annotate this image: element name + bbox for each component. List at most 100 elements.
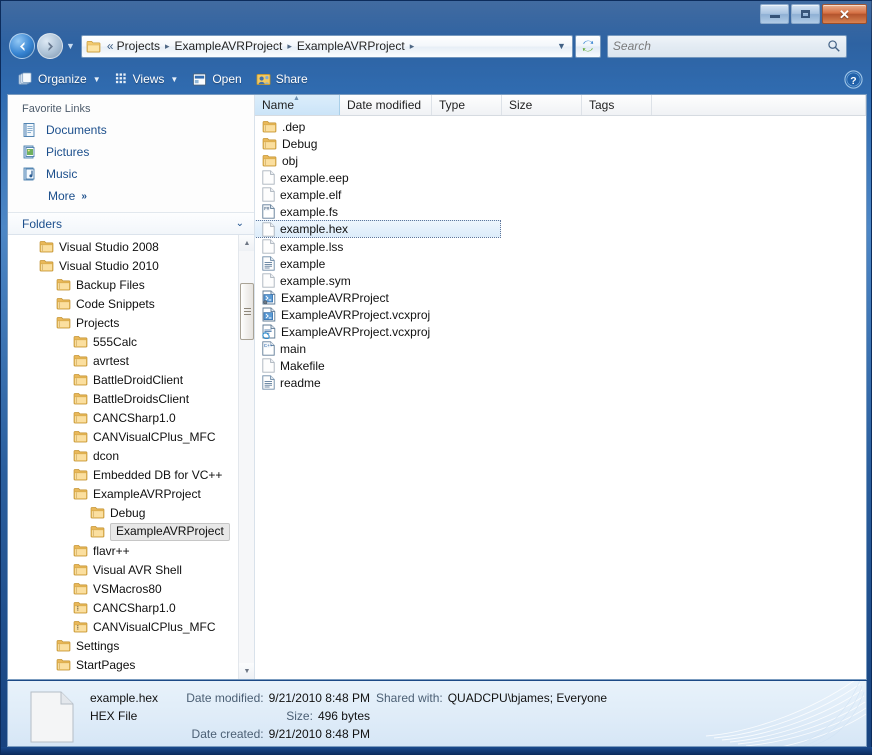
tree-item[interactable]: CANVisualCPlus_MFC [8,427,238,446]
tree-item[interactable]: CANCSharp1.0 [8,598,238,617]
help-button[interactable]: ? [844,69,863,89]
file-list-row[interactable]: .dep [255,118,866,135]
tree-item[interactable]: BattleDroidsClient [8,389,238,408]
minimize-button[interactable] [760,4,789,24]
folder-icon [56,278,71,291]
column-header-date-modified[interactable]: Date modified [340,95,432,115]
blank-file-icon [262,221,275,237]
file-list-row[interactable]: ExampleAVRProject.vcxproj [255,306,866,323]
tree-item[interactable]: CANCSharp1.0 [8,408,238,427]
scroll-up-arrow[interactable]: ▲ [239,235,254,251]
text-file-icon [262,375,275,390]
search-box[interactable] [606,34,847,58]
tree-item[interactable]: Backup Files [8,275,238,294]
file-list-row[interactable]: F# example.fs [255,203,866,220]
file-name-label: main [280,341,307,356]
chevron-down-icon[interactable]: ⌄ [236,218,244,229]
tree-item-label: VSMacros80 [93,581,162,596]
tree-item[interactable]: dcon [8,446,238,465]
folder-icon [73,582,88,595]
tree-item[interactable]: Visual AVR Shell [8,560,238,579]
file-list-row[interactable]: example.eep [255,169,866,186]
file-list-row[interactable]: Makefile [255,357,866,374]
favorite-links-header: Favorite Links [22,103,91,115]
recent-pages-dropdown[interactable]: ▼ [66,41,75,51]
chevron-down-icon[interactable]: ▼ [557,41,570,51]
favorite-links-more[interactable]: More » [8,185,254,207]
breadcrumb-overflow[interactable]: « [104,38,114,54]
column-header-type[interactable]: Type [432,95,502,115]
file-list-row[interactable]: example [255,255,866,272]
share-button[interactable]: Share [249,67,315,91]
views-icon [115,73,126,84]
scroll-down-arrow[interactable]: ▼ [239,663,254,679]
favorite-link-pictures[interactable]: Pictures [8,141,254,163]
window-controls: ✕ [760,4,867,24]
file-list-row[interactable]: example.sym [255,272,866,289]
file-list-row[interactable]: example.elf [255,186,866,203]
tree-item[interactable]: Debug [8,503,238,522]
svg-text:C++: C++ [264,343,273,348]
tree-item[interactable]: ExampleAVRProject [8,522,238,541]
open-button[interactable]: Open [185,67,248,91]
folders-header[interactable]: Folders ⌄ [8,213,254,235]
tree-item[interactable]: ExampleAVRProject [8,484,238,503]
column-header-name[interactable]: ▲ Name [255,95,340,115]
tree-item[interactable]: Code Snippets [8,294,238,313]
file-list-row[interactable]: example.lss [255,238,866,255]
favorite-link-music[interactable]: Music [8,163,254,185]
breadcrumb-separator-icon[interactable]: ▸ [408,41,417,52]
breadcrumb-item-exampleavrproject-1[interactable]: ExampleAVRProject [172,38,286,54]
column-header-blank[interactable] [652,95,866,115]
folder-icon [90,525,105,538]
breadcrumb-item-projects[interactable]: Projects [114,38,163,54]
details-metadata: Date modified: 9/21/2010 8:48 PM Size: 4… [180,691,370,745]
folder-tree-scrollbar[interactable]: ▲ ▼ [238,235,254,679]
tree-item[interactable]: Projects [8,313,238,332]
column-header-size[interactable]: Size [502,95,582,115]
tree-item[interactable]: avrtest [8,351,238,370]
column-header-label: Name [262,98,295,112]
maximize-button[interactable] [791,4,820,24]
tree-item[interactable]: Embedded DB for VC++ [8,465,238,484]
file-list-row[interactable]: readme [255,374,866,391]
tree-item-label: flavr++ [93,543,130,558]
breadcrumb-item-exampleavrproject-2[interactable]: ExampleAVRProject [294,38,408,54]
tree-item[interactable]: BattleDroidClient [8,370,238,389]
address-bar[interactable]: « Projects ▸ ExampleAVRProject ▸ Example… [80,34,573,58]
file-list-row[interactable]: obj [255,152,866,169]
search-input[interactable] [612,39,827,53]
details-date-created: Date created: 9/21/2010 8:48 PM [191,727,370,741]
back-button[interactable] [9,33,35,59]
breadcrumb-separator-icon[interactable]: ▸ [163,41,172,52]
scrollbar-thumb[interactable] [240,283,254,340]
forward-button[interactable] [37,33,63,59]
favorite-link-documents[interactable]: Documents [8,119,254,141]
tree-item-label: StartPages [76,657,136,672]
tree-item[interactable]: VSMacros80 [8,579,238,598]
views-button[interactable]: Views ▼ [108,67,186,91]
file-list-row[interactable]: C++ main [255,340,866,357]
blank-file-icon-large [30,691,74,743]
close-button[interactable]: ✕ [822,4,867,24]
file-list: .dep Debug obj example.eep example.elf F… [255,116,866,679]
file-list-row[interactable]: Debug [255,135,866,152]
tree-item[interactable]: Visual Studio 2010 [8,256,238,275]
tree-item[interactable]: StartPages [8,655,238,674]
organize-button[interactable]: Organize ▼ [11,67,108,91]
file-list-row[interactable]: example.hex [255,220,501,238]
tree-item[interactable]: Visual Studio 2008 [8,237,238,256]
address-bar-row: ▼ « Projects ▸ ExampleAVRProject ▸ Examp… [1,29,872,63]
tree-item[interactable]: CANVisualCPlus_MFC [8,617,238,636]
details-sharing: Shared with: QUADCPU\bjames; Everyone [376,691,607,709]
tree-item[interactable]: 555Calc [8,332,238,351]
refresh-button[interactable] [574,34,601,58]
search-icon[interactable] [827,39,841,53]
tree-item[interactable]: flavr++ [8,541,238,560]
svg-text:?: ? [850,75,856,86]
breadcrumb-separator-icon[interactable]: ▸ [285,41,294,52]
file-list-row[interactable]: ExampleAVRProject.vcxproj [255,323,866,340]
column-header-tags[interactable]: Tags [582,95,652,115]
file-list-row[interactable]: ExampleAVRProject [255,289,866,306]
tree-item[interactable]: Settings [8,636,238,655]
